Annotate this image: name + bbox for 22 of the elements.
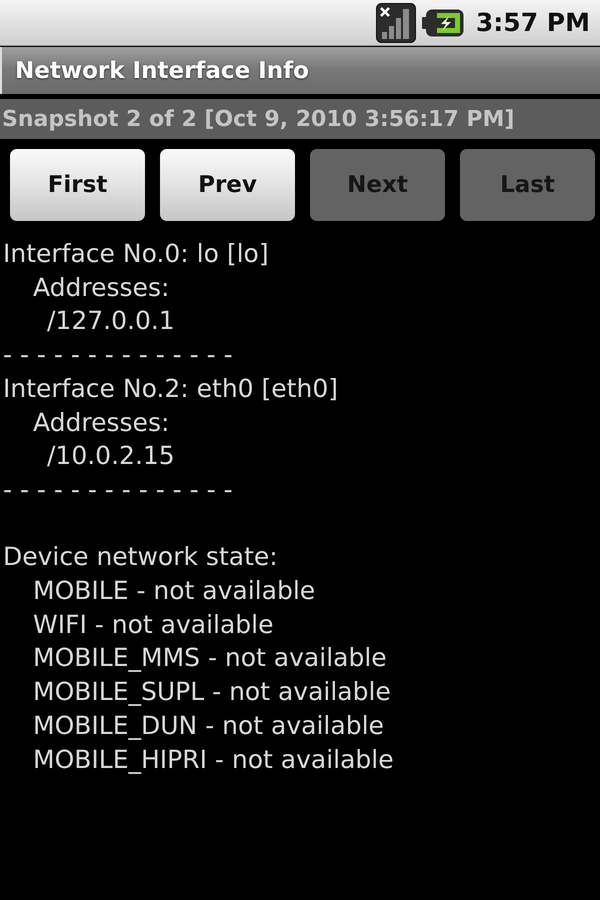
interface-heading: Interface No.2: eth0 [eth0]: [3, 372, 338, 405]
network-state-item: MOBILE_MMS - not available: [33, 642, 387, 674]
dashed-separator: - - - - - - - - - - - - - -: [3, 339, 233, 372]
dashed-separator: - - - - - - - - - - - - - -: [3, 474, 233, 506]
clock-time: 3:57 PM: [476, 8, 590, 37]
snapshot-text: Snapshot 2 of 2 [Oct 9, 2010 3:56:17 PM]: [2, 106, 514, 132]
network-state-heading: Device network state:: [3, 541, 278, 574]
interface-heading: Interface No.0: lo [lo]: [3, 238, 269, 270]
addresses-label: Addresses:: [33, 406, 170, 439]
nav-button[interactable]: First: [10, 149, 145, 221]
no-signal-icon: [376, 2, 416, 42]
addresses-label: Addresses:: [33, 272, 170, 304]
network-state-item: MOBILE_DUN - not available: [33, 710, 384, 742]
address-text: /127.0.0.1: [47, 305, 175, 338]
nav-button[interactable]: Prev: [160, 149, 295, 221]
address-text: /10.0.2.15: [47, 440, 175, 472]
network-state-item: MOBILE_SUPL - not available: [33, 676, 391, 708]
battery-charging-icon: [422, 8, 464, 36]
network-state-item: WIFI - not available: [33, 608, 274, 641]
network-state-item: MOBILE - not available: [33, 575, 316, 608]
app-title: Network Interface Info: [15, 58, 309, 84]
network-state-item: MOBILE_HIPRI - not available: [33, 744, 394, 776]
